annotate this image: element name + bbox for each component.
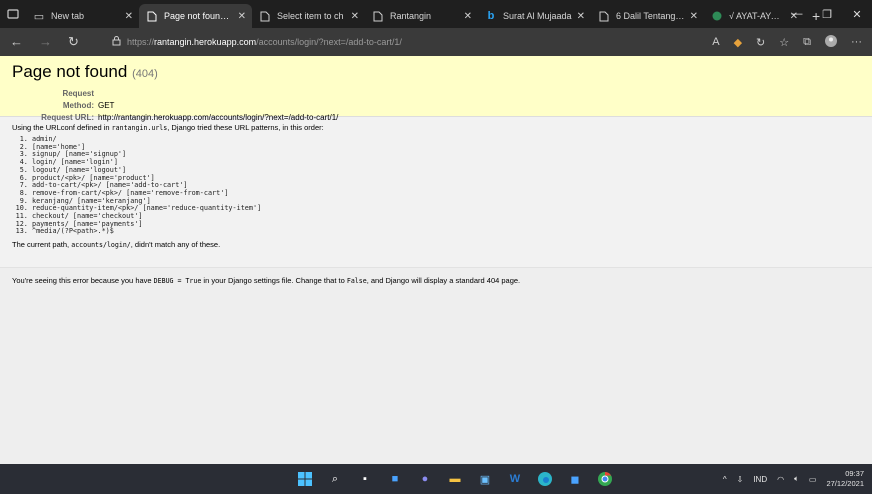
urlconf-intro: Using the URLconf defined in rantangin.u…: [12, 123, 324, 132]
document-icon: [145, 9, 159, 23]
error-code: (404): [132, 68, 158, 80]
list-item: checkout/ [name='checkout']: [32, 212, 860, 221]
site-logo-icon: [710, 9, 724, 23]
tab-title: √ AYAT-AYAT AL-: [729, 11, 785, 21]
tab-close-icon[interactable]: ✕: [125, 11, 133, 22]
usb-icon[interactable]: ⇩: [737, 475, 744, 484]
false-value: False: [346, 277, 367, 285]
language-indicator[interactable]: IND: [753, 475, 767, 484]
battery-icon[interactable]: ▭: [809, 475, 817, 484]
list-item: admin/: [32, 135, 860, 144]
profile-avatar[interactable]: [825, 34, 837, 50]
current-path-note: The current path, accounts/login/, didn'…: [12, 240, 221, 250]
django-404-page: Page not found (404) Request Method: GET …: [0, 56, 872, 464]
app-icon[interactable]: ◼: [564, 468, 586, 490]
clock[interactable]: 09:37 27/12/2021: [826, 469, 864, 489]
tab-select-item[interactable]: Select item to ch ✕: [252, 4, 365, 28]
current-path: accounts/login/: [71, 241, 131, 250]
search-icon[interactable]: ⌕: [324, 468, 346, 490]
tab-new-tab[interactable]: ▭ New tab ✕: [26, 4, 139, 28]
refresh-icon[interactable]: ↻: [68, 34, 79, 50]
edge-icon[interactable]: [534, 468, 556, 490]
tab-title: Surat Al Mujaada: [503, 11, 572, 21]
urlconf-name: rantangin.urls: [111, 124, 168, 132]
request-method-label: Request Method:: [62, 89, 94, 110]
word-icon[interactable]: W: [504, 468, 526, 490]
wifi-icon[interactable]: ◠: [777, 475, 784, 484]
debug-setting: DEBUG = True: [153, 277, 202, 285]
extension-icon[interactable]: ◆: [734, 36, 742, 49]
widgets-icon[interactable]: ■: [384, 468, 406, 490]
collections-icon[interactable]: ⧉: [803, 36, 811, 49]
debug-explanation: You're seeing this error because you hav…: [0, 267, 872, 464]
tab-close-icon[interactable]: ✕: [690, 11, 698, 22]
start-icon[interactable]: [294, 468, 316, 490]
url-scheme: https://: [127, 37, 155, 47]
list-item: signup/ [name='signup']: [32, 151, 860, 159]
url-path: /accounts/login/?next=/add-to-cart/1/: [256, 37, 402, 47]
more-menu-icon[interactable]: ···: [851, 36, 862, 48]
show-hidden-icons[interactable]: ^: [723, 475, 727, 484]
tab-title: Page not found at: [164, 11, 233, 21]
error-summary: Page not found (404) Request Method: GET …: [0, 56, 872, 122]
document-icon: [258, 9, 272, 23]
lock-icon[interactable]: [112, 36, 121, 48]
volume-icon[interactable]: 🔈︎: [794, 474, 799, 484]
tab-close-icon[interactable]: ✕: [238, 11, 246, 22]
tab-title: Rantangin: [390, 11, 432, 21]
tab-close-icon[interactable]: ✕: [577, 11, 585, 22]
tab-title: New tab: [51, 11, 85, 21]
request-url-value: http://rantangin.herokuapp.com/accounts/…: [98, 113, 339, 122]
tab-strip: ▭ New tab ✕ Page not found at ✕ Select i…: [0, 0, 872, 28]
list-item: payments/ [name='payments']: [32, 220, 860, 229]
favorites-icon[interactable]: ☆: [779, 36, 789, 49]
url-patterns-info: Using the URLconf defined in rantangin.u…: [0, 117, 872, 267]
list-item: reduce-quantity-item/<pk>/ [name='reduce…: [32, 205, 860, 213]
document-icon: [597, 9, 611, 23]
url-host: rantangin.herokuapp.com: [154, 37, 257, 47]
tab-title: Select item to ch: [277, 11, 344, 21]
back-icon[interactable]: ←: [10, 34, 23, 50]
chat-icon[interactable]: ●: [414, 468, 436, 490]
read-aloud-icon[interactable]: A: [712, 36, 719, 48]
bing-icon: b: [487, 10, 495, 22]
tab-close-icon[interactable]: ✕: [351, 11, 359, 22]
workspaces-icon[interactable]: [6, 7, 20, 21]
taskbar: ⌕ ▪ ■ ● ▬ ▣ W ◼ ^ ⇩ IND ◠ 🔈︎ ▭ 09:37 27/…: [0, 464, 872, 494]
forward-icon[interactable]: →: [39, 34, 52, 50]
tab-title: 6 Dalil Tentang Pe: [616, 11, 685, 21]
store-icon[interactable]: ▣: [474, 468, 496, 490]
list-item: logout/ [name='logout']: [32, 166, 860, 175]
page-title: Page not found (404): [12, 62, 860, 82]
refresh-extension-icon[interactable]: ↻: [756, 36, 765, 49]
list-item: remove-from-cart/<pk>/ [name='remove-fro…: [32, 189, 860, 198]
list-item: ^media/(?P<path>.*)$: [32, 228, 860, 236]
tab-dalil[interactable]: 6 Dalil Tentang Pe ✕: [591, 4, 704, 28]
request-method-value: GET: [98, 101, 115, 110]
tab-rantangin[interactable]: Rantangin ✕: [365, 4, 478, 28]
chrome-icon[interactable]: [594, 468, 616, 490]
document-icon: [371, 9, 385, 23]
tab-close-icon[interactable]: ✕: [464, 11, 472, 22]
file-explorer-icon[interactable]: ▬: [444, 468, 466, 490]
address-bar-row: ← → ↻ https://rantangin.herokuapp.com/ac…: [0, 28, 872, 56]
restore-icon[interactable]: ❐: [812, 8, 842, 21]
task-view-icon[interactable]: ▪: [354, 468, 376, 490]
url-pattern-list: admin/ [name='home'] signup/ [name='sign…: [32, 135, 860, 236]
tab-page-not-found[interactable]: Page not found at ✕: [139, 4, 252, 28]
new-tab-page-icon: ▭: [33, 10, 45, 23]
clock-date: 27/12/2021: [826, 479, 864, 488]
error-title: Page not found: [12, 62, 128, 81]
minimize-icon[interactable]: —: [782, 8, 812, 20]
clock-time: 09:37: [845, 469, 864, 478]
url-field[interactable]: https://rantangin.herokuapp.com/accounts…: [108, 32, 712, 52]
tab-surat[interactable]: b Surat Al Mujaada ✕: [478, 4, 591, 28]
list-item: [name='home']: [32, 143, 860, 152]
list-item: login/ [name='login']: [32, 158, 860, 167]
close-window-icon[interactable]: ✕: [842, 8, 872, 21]
